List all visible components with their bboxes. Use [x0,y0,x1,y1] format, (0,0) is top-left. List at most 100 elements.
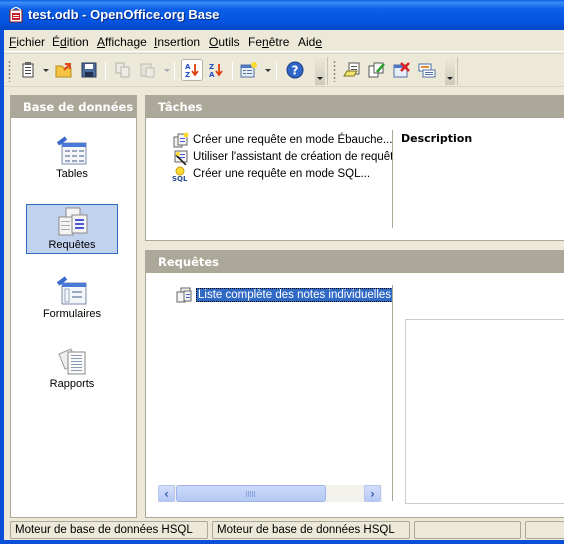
category-tables[interactable]: Tables [26,134,118,184]
reports-icon [58,348,86,375]
save-button[interactable] [78,59,100,81]
task-label: Créer une requête en mode SQL... [193,168,371,180]
sql-query-icon: SQL [172,166,188,182]
task-create-sql-query[interactable]: SQL Créer une requête en mode SQL... [172,166,370,182]
scroll-left-button[interactable]: ‹ [158,485,175,502]
menu-fichier[interactable]: Fichier [9,35,45,49]
query-label: Liste complète des notes individuelles [196,288,394,302]
query-wizard-icon [174,150,188,165]
title-bar[interactable]: test.odb - OpenOffice.org Base [0,0,564,30]
category-reports[interactable]: Rapports [26,344,118,394]
new-document-dropdown[interactable] [43,69,49,72]
svg-text:?: ? [292,64,299,78]
category-forms-label: Formulaires [42,308,102,320]
sort-descending-button[interactable]: Z A [205,59,227,81]
open-button[interactable] [53,59,75,81]
edit-object-button[interactable] [366,59,388,81]
toolbar-divider [327,57,328,85]
toolbar-overflow-button[interactable] [315,57,325,85]
new-form-icon [240,62,257,78]
chevron-right-icon: › [370,486,375,501]
sort-ascending-button[interactable]: A Z [181,59,203,81]
svg-text:A: A [185,63,191,71]
tasks-panel: Tâches Créer une requête en mode Ébauche… [145,95,564,241]
copy-button[interactable] [112,59,134,81]
paste-button[interactable] [137,59,159,81]
tables-icon [56,136,87,165]
category-queries[interactable]: Requêtes [26,204,118,254]
database-panel: Base de données Tables Requêtes Formulai… [10,95,137,518]
toolbar-divider [457,57,458,85]
copy-icon [115,62,130,78]
toolbar-separator [232,62,233,80]
grip-icon [246,491,256,497]
horizontal-scrollbar[interactable]: ‹ › [158,485,382,502]
toolbar-separator [276,62,277,80]
save-icon [81,62,97,78]
paste-dropdown[interactable] [164,69,170,72]
tasks-panel-header: Tâches [146,96,564,118]
category-forms[interactable]: Formulaires [26,274,118,324]
menu-outils[interactable]: Outils [209,35,240,49]
open-folder-icon [55,63,72,78]
preview-pane [405,319,564,504]
rename-object-button[interactable] [416,59,438,81]
design-query-icon [173,132,189,148]
open-object-button[interactable] [341,59,363,81]
task-create-design-query[interactable]: Créer une requête en mode Ébauche... [172,132,392,148]
delete-object-button[interactable] [391,59,413,81]
query-list-item[interactable]: Liste complète des notes individuelles [176,287,394,303]
new-form-dropdown[interactable] [265,69,271,72]
help-icon: ? [286,61,304,79]
status-cell [414,521,521,539]
svg-text:Z: Z [209,63,214,71]
toolbar-separator [105,62,106,80]
menu-affichage[interactable]: Affichage [97,35,147,49]
sort-ascending-icon: A Z [185,63,199,78]
new-document-icon [22,62,34,78]
sort-descending-icon: Z A [209,63,223,78]
menu-aide[interactable]: Aide [298,35,322,49]
toolbar: A Z Z A ? [4,53,564,87]
chevron-left-icon: ‹ [164,486,169,501]
queries-panel: Requêtes Liste complète des notes indivi… [145,250,564,518]
tasks-divider [392,130,393,228]
category-queries-label: Requêtes [48,239,96,251]
scrollbar-thumb[interactable] [176,485,326,502]
task-label: Utiliser l'assistant de création de requ… [193,151,394,163]
category-reports-label: Rapports [49,378,95,390]
category-tables-label: Tables [56,168,88,180]
openoffice-base-icon [9,7,23,23]
description-title: Description [401,132,473,145]
delete-object-icon [393,62,410,78]
queries-divider [392,285,393,501]
window-title: test.odb - OpenOffice.org Base [28,7,220,22]
edit-object-icon [368,62,385,78]
toolbar-overflow-button[interactable] [445,57,455,85]
open-object-icon [343,62,360,77]
menu-bar: Fichier Édition Affichage Insertion Outi… [4,30,564,52]
database-panel-header: Base de données [11,96,136,118]
window-frame-bottom [0,540,564,544]
new-form-button[interactable] [238,59,260,81]
status-cell [525,521,564,539]
task-query-wizard[interactable]: Utiliser l'assistant de création de requ… [172,149,393,165]
rename-object-icon [418,63,436,78]
status-cell: Moteur de base de données HSQL [212,521,410,539]
forms-icon [56,276,87,305]
window-frame-left [0,30,4,544]
status-bar: Moteur de base de données HSQL Moteur de… [4,520,564,540]
toolbar-separator [174,62,175,80]
query-icon [176,287,192,303]
toolbar-grip[interactable] [8,60,11,82]
menu-edition[interactable]: Édition [52,35,89,49]
menu-fenetre[interactable]: Fenêtre [248,35,289,49]
queries-icon [58,207,88,236]
svg-text:Z: Z [185,71,190,78]
scroll-right-button[interactable]: › [364,485,381,502]
help-button[interactable]: ? [284,59,306,81]
new-document-button[interactable] [17,59,39,81]
menu-insertion[interactable]: Insertion [154,35,200,49]
paste-icon [140,63,155,78]
toolbar-grip[interactable] [333,60,336,82]
